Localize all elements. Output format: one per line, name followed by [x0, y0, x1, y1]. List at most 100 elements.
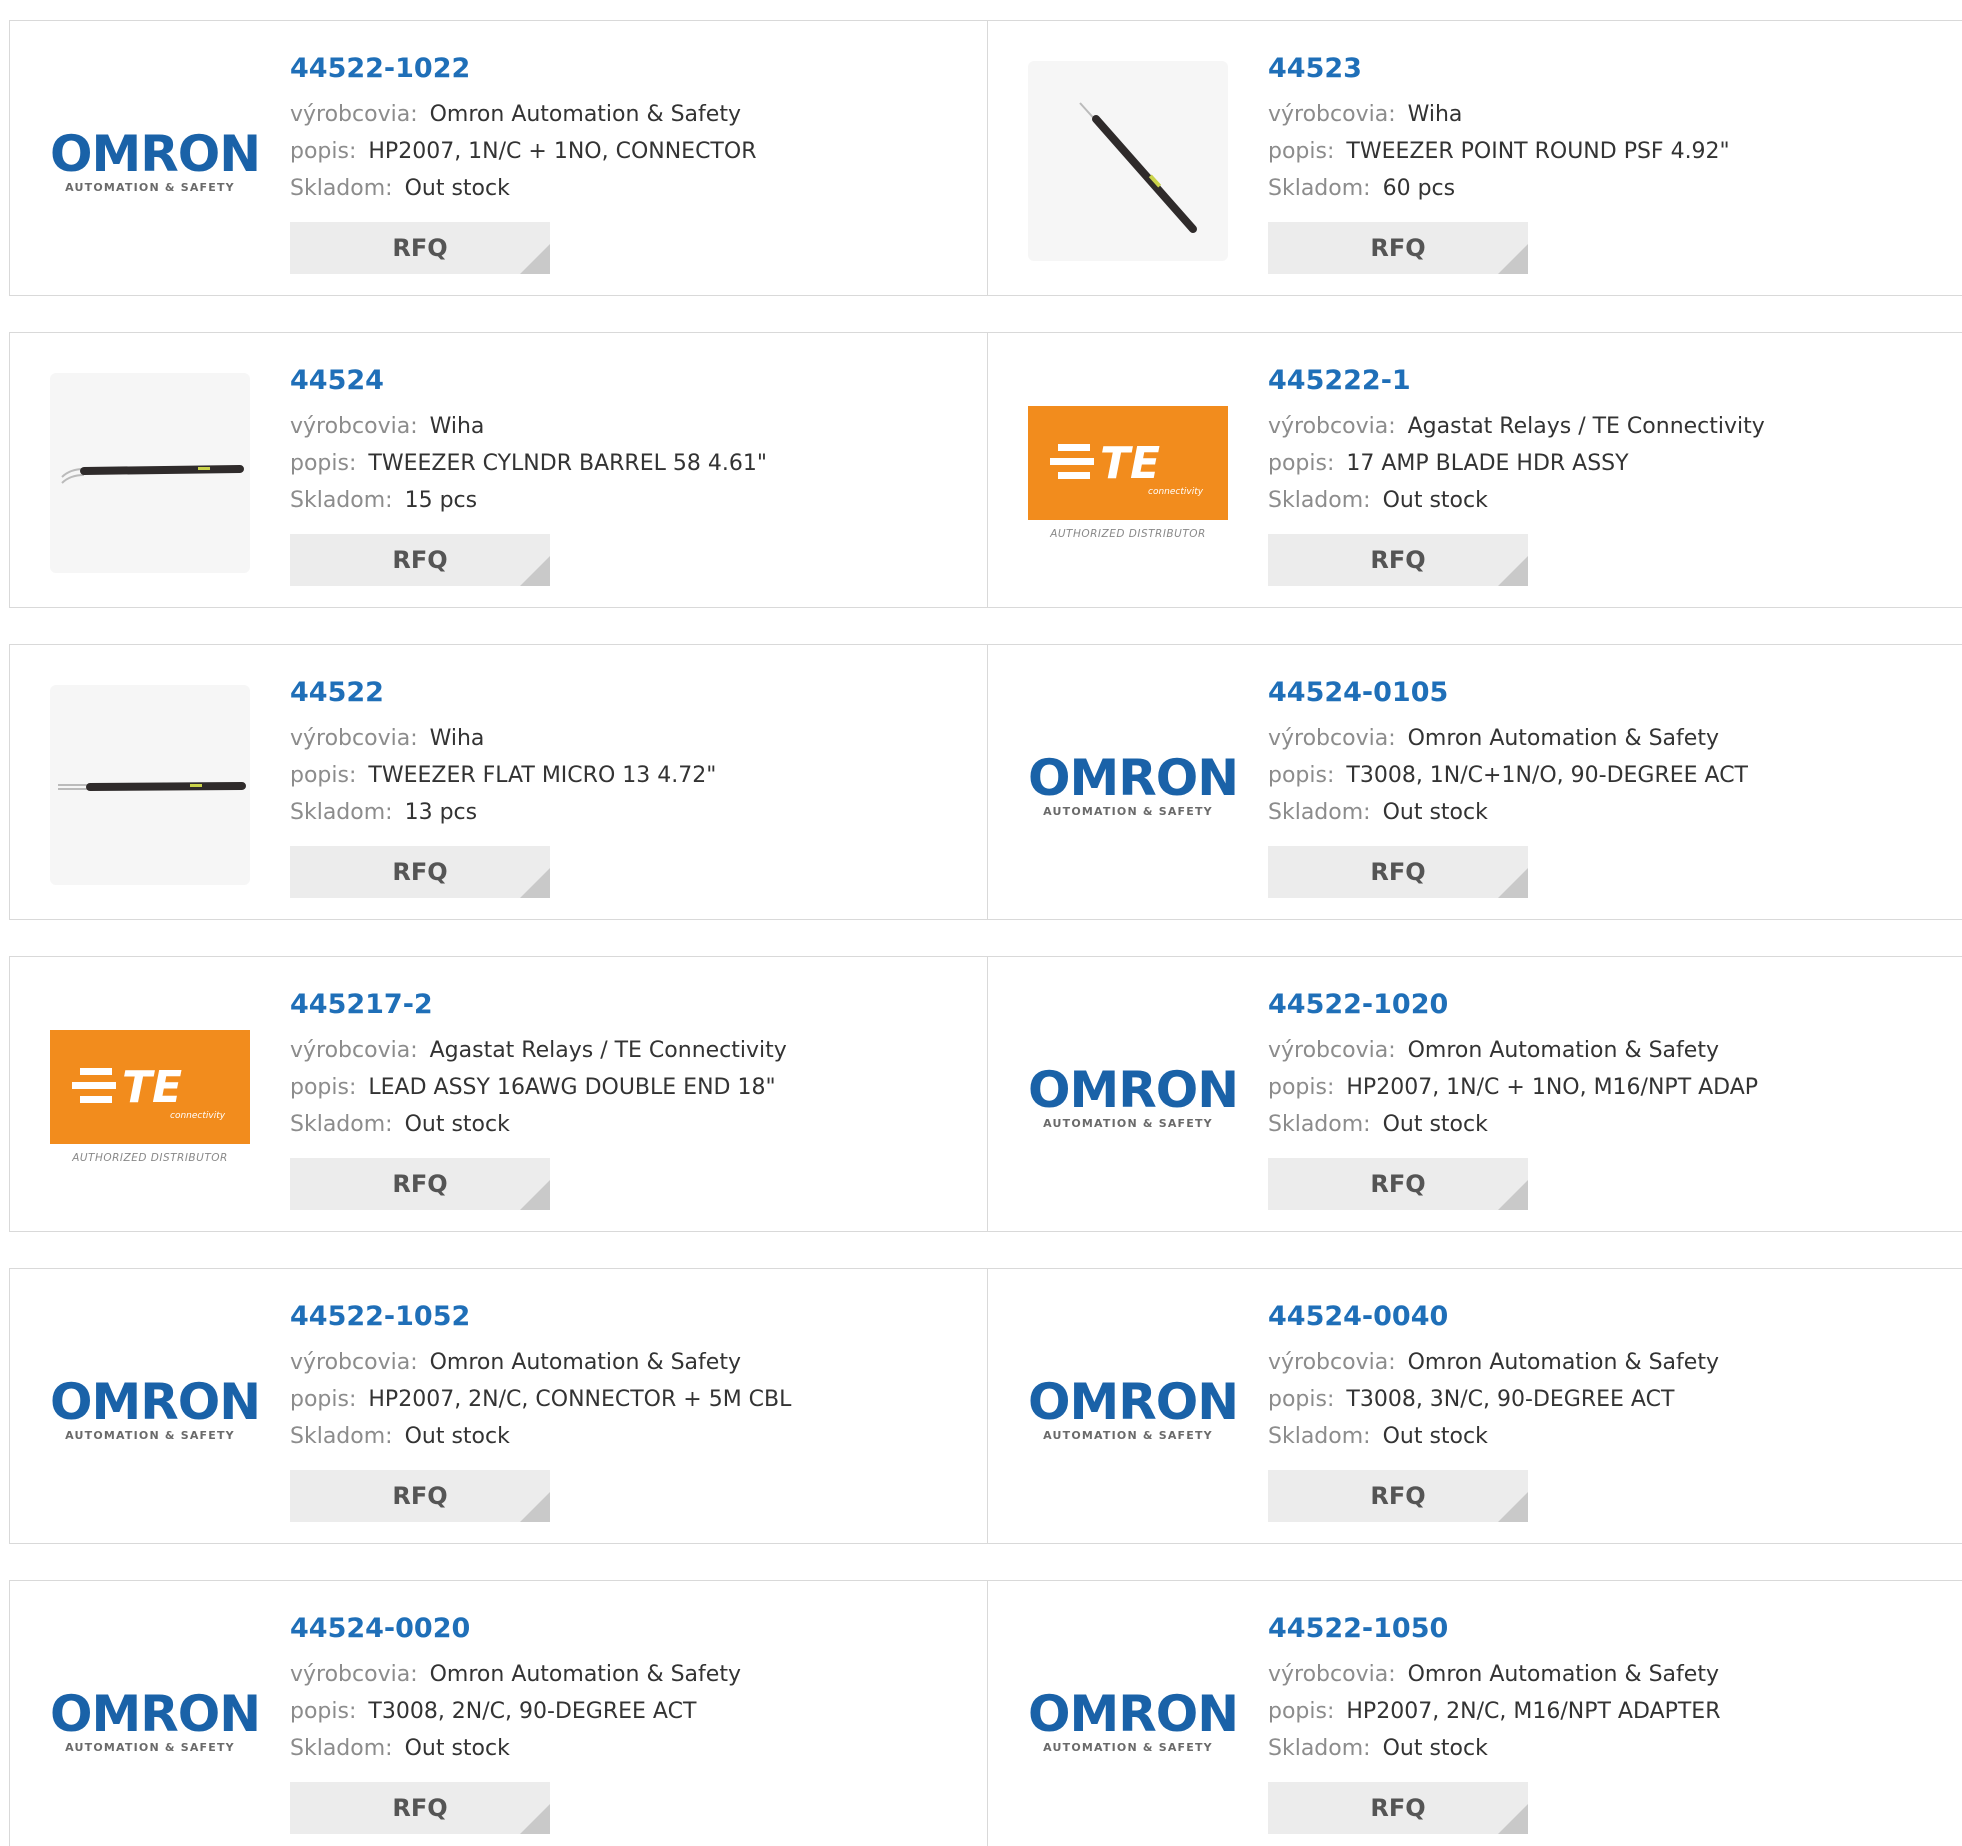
part-number-link[interactable]: 44522-1050: [1268, 1611, 1720, 1657]
stock-value: Out stock: [404, 1736, 510, 1761]
rfq-button[interactable]: RFQ: [1268, 1470, 1528, 1522]
product-info: 44524-0040 výrobcovia: Omron Automation &…: [1268, 1299, 1719, 1456]
manufacturer-value: Omron Automation & Safety: [1407, 1350, 1719, 1375]
product-info: 44524-0020 výrobcovia: Omron Automation &…: [290, 1611, 741, 1768]
omron-logo-sub: AUTOMATION & SAFETY: [1043, 1428, 1213, 1442]
product-image[interactable]: OMRON AUTOMATION & SAFETY: [1028, 685, 1239, 885]
part-number-link[interactable]: 445222-1: [1268, 363, 1765, 409]
rfq-button[interactable]: RFQ: [290, 1782, 550, 1834]
corner-decoration: [1498, 1804, 1528, 1834]
manufacturer-value: Omron Automation & Safety: [1407, 1038, 1719, 1063]
description-value: T3008, 3N/C, 90-DEGREE ACT: [1346, 1387, 1675, 1412]
omron-logo-sub: AUTOMATION & SAFETY: [1043, 1116, 1213, 1130]
description-label: popis:: [1268, 1387, 1335, 1412]
omron-logo-sub: AUTOMATION & SAFETY: [1043, 804, 1213, 818]
product-image[interactable]: [1028, 61, 1228, 261]
manufacturer-value: Omron Automation & Safety: [429, 1662, 741, 1687]
stock-row: Skladom: Out stock: [1268, 1419, 1719, 1456]
part-number-link[interactable]: 44523: [1268, 51, 1730, 97]
manufacturer-label: výrobcovia:: [290, 102, 418, 127]
description-label: popis:: [290, 1075, 357, 1100]
manufacturer-row: výrobcovia: Omron Automation & Safety: [1268, 1345, 1719, 1382]
description-row: popis: HP2007, 2N/C, M16/NPT ADAPTER: [1268, 1694, 1720, 1731]
part-number-link[interactable]: 44524: [290, 363, 767, 409]
product-image[interactable]: OMRON AUTOMATION & SAFETY: [50, 61, 261, 261]
te-mark-icon: TEconnectivity: [1050, 438, 1204, 497]
rfq-button[interactable]: RFQ: [1268, 1782, 1528, 1834]
part-number-link[interactable]: 44522-1020: [1268, 987, 1758, 1033]
manufacturer-label: výrobcovia:: [1268, 102, 1396, 127]
part-number-link[interactable]: 44522-1022: [290, 51, 756, 97]
rfq-button[interactable]: RFQ: [290, 534, 550, 586]
product-image[interactable]: OMRON AUTOMATION & SAFETY: [1028, 997, 1239, 1197]
corner-decoration: [520, 244, 550, 274]
product-image[interactable]: [50, 373, 250, 573]
stock-row: Skladom: 60 pcs: [1268, 171, 1730, 208]
rfq-button[interactable]: RFQ: [290, 1470, 550, 1522]
te-logo-small: connectivity: [1148, 487, 1204, 497]
description-value: HP2007, 1N/C + 1NO, CONNECTOR: [368, 139, 757, 164]
stock-row: Skladom: Out stock: [290, 1731, 741, 1768]
description-value: 17 AMP BLADE HDR ASSY: [1346, 451, 1629, 476]
description-row: popis: TWEEZER POINT ROUND PSF 4.92": [1268, 134, 1730, 171]
rfq-button[interactable]: RFQ: [1268, 534, 1528, 586]
rfq-button[interactable]: RFQ: [1268, 222, 1528, 274]
manufacturer-label: výrobcovia:: [1268, 1038, 1396, 1063]
product-image[interactable]: TE connectivity AUTHORIZED DISTRIBUTOR: [1028, 373, 1228, 573]
product-row: TE connectivity AUTHORIZED DISTRIBUTOR 445…: [9, 956, 1962, 1232]
omron-logo-word: OMRON: [50, 1684, 261, 1743]
product-image[interactable]: OMRON AUTOMATION & SAFETY: [1028, 1621, 1239, 1821]
product-info: 445217-2 výrobcovia: Agastat Relays / TE …: [290, 987, 787, 1144]
manufacturer-label: výrobcovia:: [1268, 1662, 1396, 1687]
description-value: HP2007, 2N/C, CONNECTOR + 5M CBL: [368, 1387, 792, 1412]
omron-logo-icon: OMRON AUTOMATION & SAFETY: [50, 1684, 261, 1754]
manufacturer-row: výrobcovia: Omron Automation & Safety: [1268, 1657, 1720, 1694]
rfq-button[interactable]: RFQ: [1268, 1158, 1528, 1210]
stock-value: 60 pcs: [1382, 176, 1456, 201]
description-label: popis:: [1268, 1699, 1335, 1724]
product-image[interactable]: TE connectivity AUTHORIZED DISTRIBUTOR: [50, 997, 250, 1197]
description-row: popis: HP2007, 2N/C, CONNECTOR + 5M CBL: [290, 1382, 791, 1419]
product-info: 44522-1050 výrobcovia: Omron Automation &…: [1268, 1611, 1720, 1768]
omron-logo-icon: OMRON AUTOMATION & SAFETY: [1028, 1065, 1239, 1130]
part-number-link[interactable]: 44524-0040: [1268, 1299, 1719, 1345]
part-number-link[interactable]: 445217-2: [290, 987, 787, 1033]
part-number-link[interactable]: 44522-1052: [290, 1299, 791, 1345]
manufacturer-value: Wiha: [429, 414, 485, 439]
stock-label: Skladom:: [1268, 1736, 1371, 1761]
part-number-link[interactable]: 44522: [290, 675, 716, 721]
product-image[interactable]: OMRON AUTOMATION & SAFETY: [50, 1309, 261, 1509]
corner-decoration: [520, 1492, 550, 1522]
description-row: popis: 17 AMP BLADE HDR ASSY: [1268, 446, 1765, 483]
stock-label: Skladom:: [290, 800, 393, 825]
stock-row: Skladom: Out stock: [290, 1419, 791, 1456]
rfq-button[interactable]: RFQ: [290, 1158, 550, 1210]
product-image[interactable]: [50, 685, 250, 885]
stock-label: Skladom:: [290, 488, 393, 513]
product-image[interactable]: OMRON AUTOMATION & SAFETY: [50, 1621, 261, 1821]
product-row: OMRON AUTOMATION & SAFETY 44524-0020 výro…: [9, 1580, 1962, 1846]
rfq-label: RFQ: [392, 234, 448, 262]
product-info: 44522-1052 výrobcovia: Omron Automation &…: [290, 1299, 791, 1456]
product-image[interactable]: OMRON AUTOMATION & SAFETY: [1028, 1309, 1239, 1509]
stock-row: Skladom: Out stock: [1268, 795, 1748, 832]
omron-logo-word: OMRON: [1028, 1372, 1239, 1431]
stock-value: Out stock: [1382, 488, 1488, 513]
part-number-link[interactable]: 44524-0020: [290, 1611, 741, 1657]
tweezer-image-icon: [50, 373, 250, 573]
stock-value: Out stock: [404, 1112, 510, 1137]
description-label: popis:: [1268, 763, 1335, 788]
product-card: OMRON AUTOMATION & SAFETY 44522-1050 výro…: [988, 1581, 1962, 1846]
manufacturer-row: výrobcovia: Wiha: [1268, 97, 1730, 134]
manufacturer-value: Omron Automation & Safety: [429, 1350, 741, 1375]
rfq-button[interactable]: RFQ: [1268, 846, 1528, 898]
rfq-button[interactable]: RFQ: [290, 222, 550, 274]
rfq-button[interactable]: RFQ: [290, 846, 550, 898]
rfq-label: RFQ: [1370, 1794, 1426, 1822]
manufacturer-label: výrobcovia:: [1268, 1350, 1396, 1375]
omron-logo-icon: OMRON AUTOMATION & SAFETY: [50, 129, 261, 194]
te-logo-sub: AUTHORIZED DISTRIBUTOR: [1050, 528, 1206, 540]
te-connectivity-logo-icon: TE connectivity AUTHORIZED DISTRIBUTOR: [1028, 406, 1228, 540]
manufacturer-label: výrobcovia:: [1268, 414, 1396, 439]
part-number-link[interactable]: 44524-0105: [1268, 675, 1748, 721]
